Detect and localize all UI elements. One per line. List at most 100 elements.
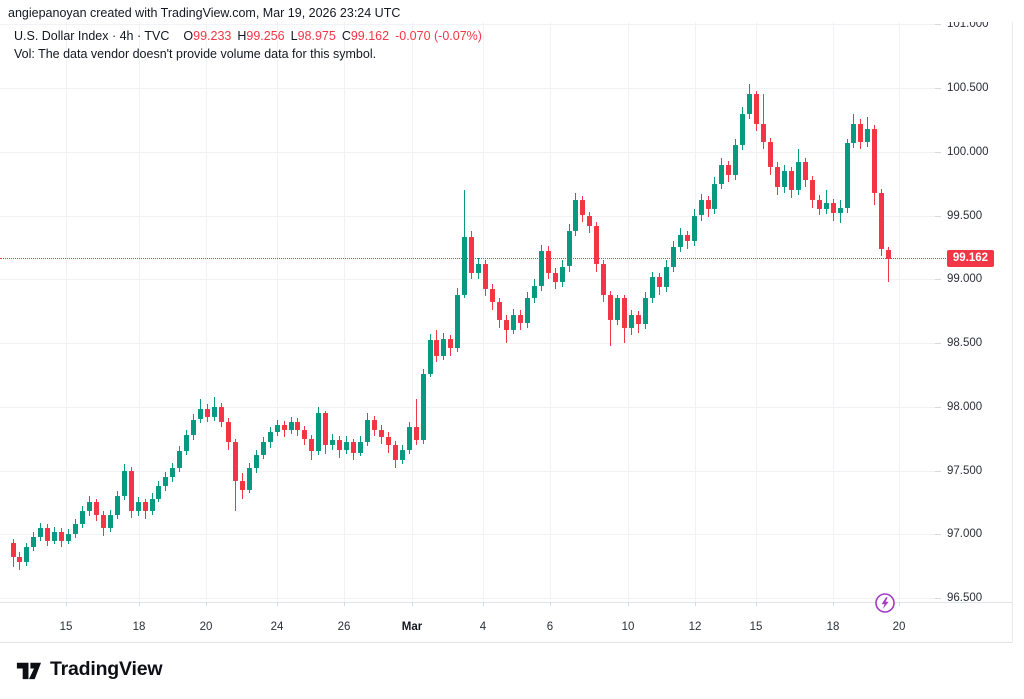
candle-body [622, 298, 627, 327]
candle-body [747, 94, 752, 113]
candle-body [275, 425, 280, 433]
candle-body [719, 165, 724, 184]
candle-body [768, 142, 773, 168]
legend-volume-row: Vol: The data vendor doesn't provide vol… [14, 46, 482, 63]
candle-body [101, 515, 106, 528]
chart-plot-area[interactable] [0, 0, 1024, 699]
candle-body [289, 422, 294, 430]
candle-body [108, 515, 113, 528]
candle-body [699, 200, 704, 215]
candle-body [539, 251, 544, 285]
candle-body [45, 528, 50, 541]
candle-body [615, 298, 620, 320]
price-axis-label: 97.000 [947, 527, 982, 541]
h-gridline [0, 343, 941, 344]
candle-body [323, 413, 328, 445]
candle-body [73, 524, 78, 534]
time-tick [483, 602, 484, 606]
time-axis-label: 12 [673, 621, 717, 633]
h-gridline [0, 534, 941, 535]
candle-body [858, 124, 863, 142]
candle-body [629, 315, 634, 328]
v-gridline [277, 0, 278, 602]
candle-body [601, 264, 606, 295]
price-tick [935, 88, 941, 89]
h-gridline [0, 88, 941, 89]
time-axis-label: 24 [255, 621, 299, 633]
price-tick [935, 24, 941, 25]
candle-body [233, 442, 238, 480]
candle-body [775, 167, 780, 187]
time-axis-label: 6 [528, 621, 572, 633]
candle-body [240, 481, 245, 490]
candle-body [379, 430, 384, 438]
last-price-line [0, 258, 948, 259]
time-tick [899, 602, 900, 606]
candle-body [782, 171, 787, 188]
candle-body [726, 165, 731, 175]
candle-body [177, 451, 182, 468]
tradingview-chart: 101.000100.500100.00099.50099.00098.5009… [0, 0, 1024, 699]
candle-body [685, 235, 690, 241]
candle-body [817, 200, 822, 209]
v-gridline [628, 0, 629, 602]
h-gridline [0, 471, 941, 472]
v-gridline [344, 0, 345, 602]
candle-body [386, 437, 391, 445]
tradingview-logo-text: TradingView [50, 658, 162, 681]
candle-body [497, 302, 502, 320]
candle-body [302, 430, 307, 439]
candle-body [150, 499, 155, 512]
time-tick [756, 602, 757, 606]
lightning-bolt-marker-icon[interactable] [874, 592, 896, 614]
v-gridline [550, 0, 551, 602]
candle-body [789, 171, 794, 190]
candle-body [434, 340, 439, 355]
candle-body [80, 511, 85, 524]
v-gridline [66, 0, 67, 602]
v-gridline [483, 0, 484, 602]
price-tick [935, 152, 941, 153]
h-gridline [0, 407, 941, 408]
candle-body [740, 114, 745, 146]
candle-body [733, 145, 738, 174]
candle-body [24, 547, 29, 562]
candle-body [87, 502, 92, 511]
candle-body [136, 502, 141, 511]
candle-body [247, 468, 252, 490]
time-axis-label: Mar [390, 621, 434, 633]
h-gridline [0, 598, 941, 599]
low-value: 98.975 [298, 29, 336, 43]
candle-body [636, 315, 641, 324]
price-tick [935, 534, 941, 535]
time-tick [344, 602, 345, 606]
h-gridline [0, 279, 941, 280]
open-label: O [183, 29, 193, 43]
candle-body [831, 203, 836, 213]
candle-body [295, 422, 300, 430]
candle-body [184, 435, 189, 452]
candle-body [115, 496, 120, 515]
candle-body [511, 315, 516, 330]
tradingview-brand[interactable]: TradingView [14, 656, 162, 683]
last-price-label: 99.162 [947, 250, 994, 267]
candle-body [143, 502, 148, 511]
price-axis-label: 99.000 [947, 272, 982, 286]
close-value: 99.162 [351, 29, 389, 43]
candle-body [219, 407, 224, 422]
time-axis-label: 4 [461, 621, 505, 633]
candle-body [330, 440, 335, 445]
candle-body [226, 422, 231, 442]
candle-body [268, 432, 273, 442]
price-axis-label: 98.000 [947, 400, 982, 414]
candle-body [845, 143, 850, 208]
candle-body [212, 407, 217, 417]
h-gridline [0, 152, 941, 153]
candle-body [851, 124, 856, 143]
candle-body [469, 237, 474, 273]
time-tick [139, 602, 140, 606]
candle-body [608, 295, 613, 321]
candle-body [94, 502, 99, 515]
candle-body [414, 427, 419, 440]
time-axis-label: 18 [117, 621, 161, 633]
